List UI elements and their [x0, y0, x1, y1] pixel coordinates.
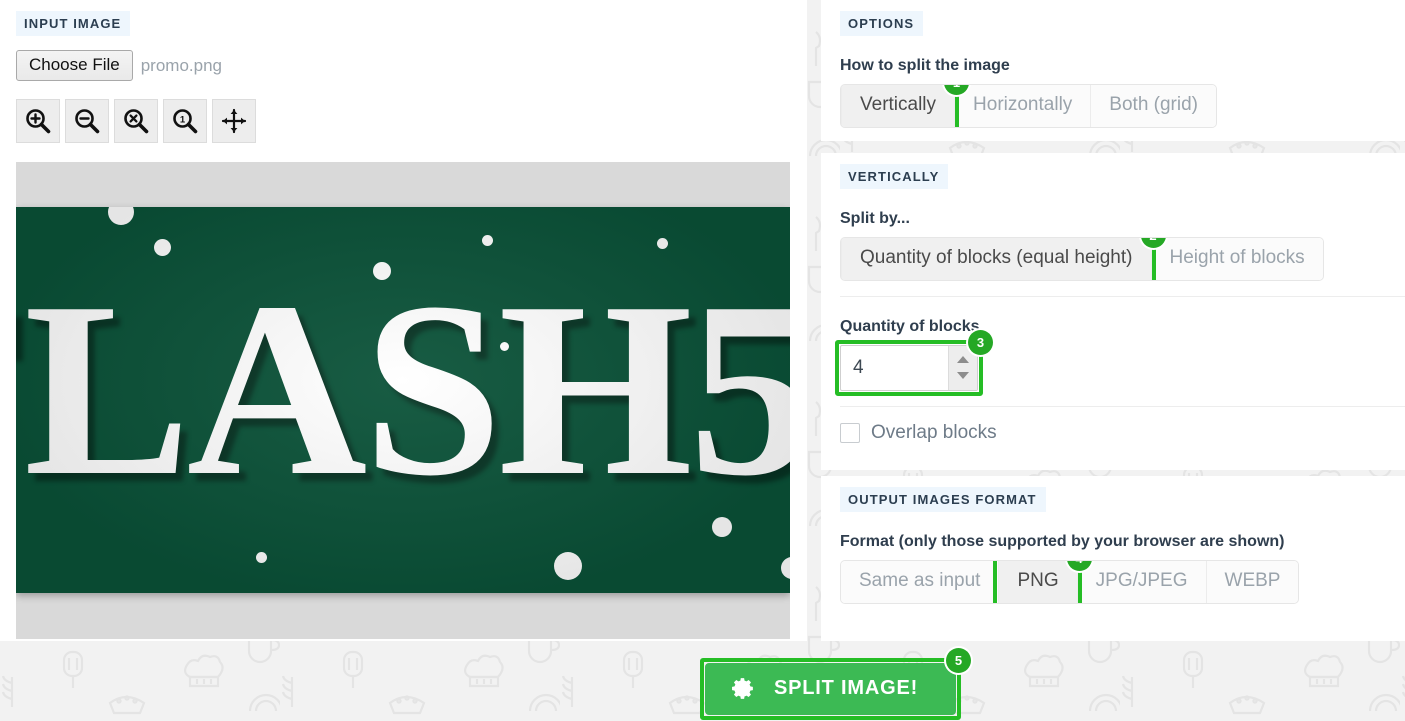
- quantity-of-blocks-label: Quantity of blocks: [840, 317, 980, 335]
- input-image-section-title: INPUT IMAGE: [16, 11, 131, 36]
- step-badge-5: 5: [946, 648, 972, 673]
- options-sidebar: OPTIONS How to split the image 1 Vertica…: [821, 0, 1405, 641]
- format-same-as-input-button[interactable]: Same as input: [841, 561, 999, 603]
- format-jpg-jpeg-button[interactable]: JPG/JPEG: [1076, 561, 1206, 603]
- split-by-quantity-button[interactable]: Quantity of blocks (equal height): [841, 238, 1151, 280]
- promo-image-preview: FLASH50: [16, 207, 790, 593]
- zoom-fit-icon-button[interactable]: [114, 99, 158, 143]
- file-input-row: Choose File promo.png: [16, 50, 222, 82]
- zoom-in-icon-button[interactable]: [16, 99, 60, 143]
- vertically-panel: VERTICALLY Split by... 2 Quantity of blo…: [821, 153, 1405, 470]
- split-by-quantity-highlight: 2 Quantity of blocks (equal height): [840, 237, 1166, 280]
- overlap-blocks-checkbox[interactable]: [840, 422, 860, 443]
- output-format-section-title: OUTPUT IMAGES FORMAT: [840, 487, 1046, 512]
- spinner-up-icon[interactable]: [957, 356, 969, 364]
- pan-move-icon-button[interactable]: [212, 99, 256, 143]
- output-format-panel: OUTPUT IMAGES FORMAT Format (only those …: [821, 476, 1405, 641]
- quantity-of-blocks-stepper[interactable]: [840, 344, 978, 391]
- input-image-panel: INPUT IMAGE Choose File promo.png 1 LASH…: [0, 0, 807, 641]
- format-png-highlight: 4 PNG: [993, 560, 1092, 603]
- overlap-blocks-label: Overlap blocks: [871, 421, 997, 443]
- split-image-button-label: SPLIT IMAGE!: [774, 677, 919, 699]
- zoom-actual-size-icon: 1: [173, 109, 198, 134]
- output-format-label: Format (only those supported by your bro…: [840, 533, 1285, 550]
- vertically-section-title: VERTICALLY: [840, 164, 949, 189]
- image-preview-canvas[interactable]: FLASH50: [16, 162, 790, 639]
- choose-file-button[interactable]: Choose File: [16, 50, 133, 82]
- split-image-action: 5 SPLIT IMAGE!: [699, 648, 972, 720]
- image-zoom-toolbar: 1: [16, 99, 256, 143]
- zoom-fit-icon: [124, 109, 149, 134]
- divider-after-split-by: [840, 295, 1405, 297]
- split-mode-vertically-highlight: 1 Vertically: [841, 84, 970, 127]
- zoom-in-icon: [26, 109, 51, 134]
- overlap-blocks-row[interactable]: Overlap blocks: [840, 422, 1405, 444]
- split-mode-vertically-button[interactable]: Vertically: [841, 85, 955, 127]
- spinner-down-icon[interactable]: [957, 372, 969, 380]
- split-by-segmented-control: 2 Quantity of blocks (equal height) Heig…: [840, 237, 1324, 281]
- options-section-title: OPTIONS: [840, 11, 924, 36]
- split-image-highlight: 5 SPLIT IMAGE!: [699, 648, 972, 720]
- split-by-label: Split by...: [840, 210, 910, 227]
- svg-text:1: 1: [180, 115, 186, 126]
- promo-image-text: FLASH50: [16, 251, 790, 528]
- quantity-of-blocks-input[interactable]: [841, 345, 948, 390]
- split-by-height-button[interactable]: Height of blocks: [1150, 238, 1323, 280]
- split-mode-segmented-control: 1 Vertically Horizontally Both (grid): [840, 84, 1217, 128]
- zoom-actual-size-icon-button[interactable]: 1: [163, 99, 207, 143]
- selected-file-name: promo.png: [140, 55, 222, 75]
- format-png-button[interactable]: PNG: [998, 561, 1077, 603]
- pan-move-icon: [221, 108, 247, 134]
- split-mode-horizontally-button[interactable]: Horizontally: [954, 85, 1091, 127]
- zoom-out-icon: [75, 109, 100, 134]
- input-image-section-header: INPUT IMAGE: [16, 11, 131, 36]
- quantity-input-highlight: 3: [835, 329, 993, 396]
- step-badge-3: 3: [968, 329, 993, 355]
- options-panel: OPTIONS How to split the image 1 Vertica…: [821, 0, 1405, 141]
- format-webp-button[interactable]: WEBP: [1205, 561, 1299, 603]
- split-mode-both-grid-button[interactable]: Both (grid): [1090, 85, 1216, 127]
- divider-after-quantity: [840, 405, 1405, 407]
- split-image-button[interactable]: SPLIT IMAGE!: [705, 663, 957, 715]
- gear-icon: [732, 678, 753, 699]
- output-format-segmented-control: Same as input 4 PNG JPG/JPEG WEBP: [840, 560, 1300, 604]
- zoom-out-icon-button[interactable]: [65, 99, 109, 143]
- split-mode-label: How to split the image: [840, 57, 1010, 74]
